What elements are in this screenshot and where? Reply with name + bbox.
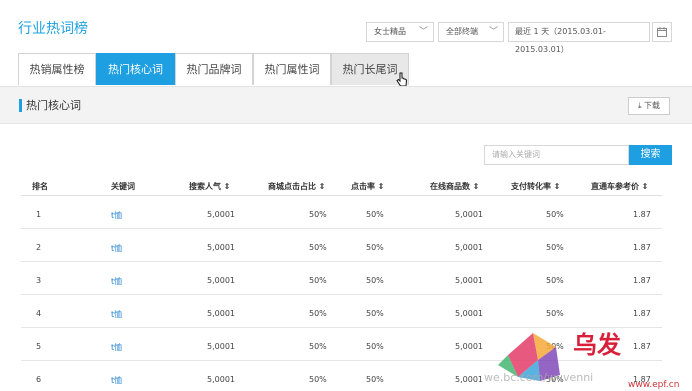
cell-online-products: 5,0001 [455, 309, 483, 318]
cell-keyword[interactable]: t恤 [111, 309, 122, 320]
cell-mall-click-ratio: 50% [309, 243, 327, 252]
watermark-site: www.epf.cn [628, 380, 679, 389]
cell-payment-conversion: 50% [546, 243, 564, 252]
cell-online-products: 5,0001 [455, 276, 483, 285]
cell-click-rate: 50% [366, 342, 384, 351]
table-row: 4 t恤 5,0001 50% 50% 5,0001 50% 1.87 [21, 295, 662, 328]
watermark-url: we.bc.com/wuvenni [484, 371, 593, 384]
cell-click-rate: 50% [366, 243, 384, 252]
cell-ztc-reference-price: 1.87 [633, 210, 651, 219]
cell-search-popularity: 5,0001 [207, 243, 235, 252]
cell-keyword[interactable]: t恤 [111, 243, 122, 254]
cell-keyword[interactable]: t恤 [111, 276, 122, 287]
cell-rank: 3 [36, 276, 42, 285]
tab-hot-core-words[interactable]: 热门核心词 [96, 53, 175, 85]
download-button[interactable]: ⤓ 下载 [628, 97, 670, 115]
header-rank[interactable]: 排名 [32, 181, 48, 192]
cell-mall-click-ratio: 50% [309, 276, 327, 285]
date-range-select[interactable]: 最近 1 天（2015.03.01-2015.03.01） [508, 22, 650, 54]
cell-online-products: 5,0001 [455, 210, 483, 219]
chevron-down-icon: ﹀ [418, 27, 428, 37]
cell-click-rate: 50% [366, 309, 384, 318]
cell-search-popularity: 5,0001 [207, 309, 235, 318]
cell-keyword[interactable]: t恤 [111, 210, 122, 221]
header-search-popularity[interactable]: 搜索人气 ⇕ [189, 181, 231, 192]
section-title: 热门核心词 [26, 99, 81, 112]
cell-ztc-reference-price: 1.87 [633, 243, 651, 252]
cell-rank: 4 [36, 309, 42, 318]
cell-search-popularity: 5,0001 [207, 210, 235, 219]
cell-rank: 6 [36, 375, 42, 384]
cell-rank: 2 [36, 243, 42, 252]
terminal-select-value: 全部终端 [446, 27, 478, 36]
watermark-logo: 乌发 we.bc.com/wuvenni www.epf.cn [478, 325, 690, 390]
cell-keyword[interactable]: t恤 [111, 375, 122, 386]
section-accent-bar [19, 99, 22, 112]
date-range-value: 最近 1 天（2015.03.01-2015.03.01） [515, 27, 606, 54]
cell-keyword[interactable]: t恤 [111, 342, 122, 353]
header-click-rate[interactable]: 点击率 ⇕ [351, 181, 385, 192]
cell-rank: 1 [36, 210, 42, 219]
cell-click-rate: 50% [366, 210, 384, 219]
cell-mall-click-ratio: 50% [309, 309, 327, 318]
tab-hot-attribute-words[interactable]: 热门属性词 [253, 53, 331, 85]
cell-search-popularity: 5,0001 [207, 276, 235, 285]
keyword-search-input[interactable]: 请输入关键词 [484, 145, 629, 165]
tab-hot-sale-attributes[interactable]: 热销属性榜 [18, 53, 96, 85]
header-mall-click-ratio[interactable]: 商城点击占比 ⇕ [268, 181, 326, 192]
category-select-value: 女士精品 [374, 27, 406, 36]
table-row: 2 t恤 5,0001 50% 50% 5,0001 50% 1.87 [21, 229, 662, 262]
cell-rank: 5 [36, 342, 42, 351]
table-row: 3 t恤 5,0001 50% 50% 5,0001 50% 1.87 [21, 262, 662, 295]
cell-payment-conversion: 50% [546, 210, 564, 219]
chevron-down-icon: ﹀ [488, 27, 498, 37]
cell-click-rate: 50% [366, 276, 384, 285]
search-button[interactable]: 搜索 [629, 145, 672, 165]
cell-mall-click-ratio: 50% [309, 210, 327, 219]
cell-mall-click-ratio: 50% [309, 342, 327, 351]
cell-ztc-reference-price: 1.87 [633, 276, 651, 285]
top-bar: 行业热词榜 女士精品 ﹀ 全部终端 ﹀ 最近 1 天（2015.03.01-20… [0, 0, 692, 90]
calendar-icon[interactable] [652, 22, 672, 42]
tab-hot-brand-words[interactable]: 热门品牌词 [175, 53, 253, 85]
category-select[interactable]: 女士精品 ﹀ [366, 22, 434, 42]
cell-ztc-reference-price: 1.87 [633, 309, 651, 318]
cell-mall-click-ratio: 50% [309, 375, 327, 384]
table-header: 排名 关键词 搜索人气 ⇕ 商城点击占比 ⇕ 点击率 ⇕ 在线商品数 ⇕ 支付转… [21, 178, 662, 196]
table-row: 1 t恤 5,0001 50% 50% 5,0001 50% 1.87 [21, 196, 662, 229]
header-payment-conversion[interactable]: 支付转化率 ⇕ [511, 181, 561, 192]
watermark-title: 乌发 [573, 330, 621, 359]
terminal-select[interactable]: 全部终端 ﹀ [438, 22, 504, 42]
header-ztc-reference-price[interactable]: 直通车参考价 ⇕ [591, 181, 649, 192]
cell-online-products: 5,0001 [455, 243, 483, 252]
header-online-products[interactable]: 在线商品数 ⇕ [430, 181, 480, 192]
cell-payment-conversion: 50% [546, 276, 564, 285]
cell-search-popularity: 5,0001 [207, 342, 235, 351]
header-keyword[interactable]: 关键词 [111, 181, 135, 192]
cell-payment-conversion: 50% [546, 309, 564, 318]
cell-click-rate: 50% [366, 375, 384, 384]
section-header: 热门核心词 ⤓ 下载 [0, 86, 692, 124]
cell-search-popularity: 5,0001 [207, 375, 235, 384]
page-title: 行业热词榜 [18, 21, 88, 37]
